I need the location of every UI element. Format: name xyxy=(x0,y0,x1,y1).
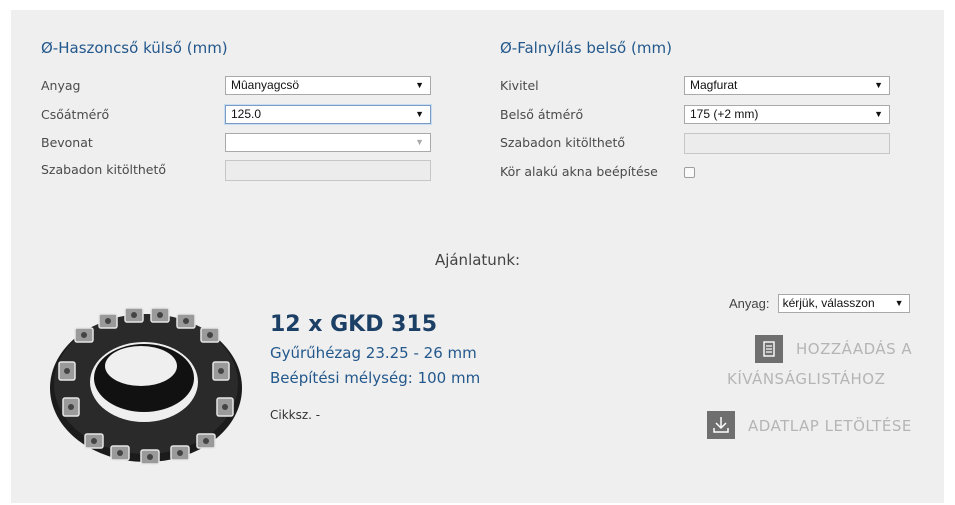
chevron-down-icon: ▼ xyxy=(874,80,883,90)
design-select[interactable]: Magfurat ▼ xyxy=(684,76,890,95)
product-material-select-value: kérjük, válasszon xyxy=(782,296,875,310)
coating-label: Bevonat xyxy=(41,135,93,150)
material-label: Anyag xyxy=(41,78,81,93)
diameter-label: Csőátmérő xyxy=(41,107,110,122)
chevron-down-icon: ▼ xyxy=(894,298,904,308)
wishlist-label-line2: KÍVÁNSÁGLISTÁHOZ xyxy=(727,370,886,388)
coating-row: Bevonat ▼ xyxy=(41,133,441,155)
design-select-value: Magfurat xyxy=(690,78,738,92)
product-material-label: Anyag: xyxy=(729,296,770,311)
ring-seal-illustration xyxy=(50,307,242,465)
round-shaft-checkbox[interactable] xyxy=(684,167,695,178)
free-text-row-left: Szabadon kitölthető xyxy=(41,160,441,182)
chevron-down-icon: ▼ xyxy=(415,80,424,90)
product-sku: Cikksz. - xyxy=(270,408,321,422)
product-depth: Beépítési mélység: 100 mm xyxy=(270,369,481,387)
configurator-panel: Ø-Haszoncső külső (mm) Anyag Mûanyagcsö … xyxy=(11,10,944,503)
inner-diameter-select-value: 175 (+2 mm) xyxy=(690,107,759,121)
wishlist-label-line1: HOZZÁADÁS A xyxy=(796,340,913,358)
wall-opening-title: Ø-Falnyílás belső (mm) xyxy=(500,39,672,57)
free-text-row-right: Szabadon kitölthető xyxy=(500,133,900,155)
list-icon xyxy=(755,335,783,363)
round-shaft-row: Kör alakú akna beépítése xyxy=(500,162,900,184)
chevron-down-icon: ▼ xyxy=(415,137,424,147)
add-to-wishlist-button[interactable]: HOZZÁADÁS A KÍVÁNSÁGLISTÁHOZ xyxy=(727,332,938,396)
product-material-select[interactable]: kérjük, válasszon ▼ xyxy=(777,294,910,313)
design-row: Kivitel Magfurat ▼ xyxy=(500,76,900,98)
chevron-down-icon: ▼ xyxy=(415,109,424,119)
product-material-row: Anyag: kérjük, válasszon ▼ xyxy=(729,293,910,313)
download-icon xyxy=(707,411,735,439)
material-select[interactable]: Mûanyagcsö ▼ xyxy=(225,76,431,95)
coating-select[interactable]: ▼ xyxy=(225,133,431,152)
download-datasheet-label: ADATLAP LETÖLTÉSE xyxy=(748,417,912,435)
inner-diameter-label: Belső átmérő xyxy=(500,107,584,122)
diameter-row: Csőátmérő 125.0 ▼ xyxy=(41,105,441,127)
free-text-label-right: Szabadon kitölthető xyxy=(500,135,626,150)
round-shaft-label: Kör alakú akna beépítése xyxy=(500,164,658,179)
free-text-label-left: Szabadon kitölthető xyxy=(41,162,167,177)
pipe-outer-title: Ø-Haszoncső külső (mm) xyxy=(41,39,228,57)
inner-diameter-row: Belső átmérő 175 (+2 mm) ▼ xyxy=(500,105,900,127)
material-row: Anyag Mûanyagcsö ▼ xyxy=(41,76,441,98)
product-title: 12 x GKD 315 xyxy=(270,312,438,337)
product-gap: Gyűrűhézag 23.25 - 26 mm xyxy=(270,344,477,362)
free-text-input-left[interactable] xyxy=(225,160,431,181)
download-datasheet-button[interactable]: ADATLAP LETÖLTÉSE xyxy=(707,411,927,443)
material-select-value: Mûanyagcsö xyxy=(231,78,300,92)
inner-diameter-select[interactable]: 175 (+2 mm) ▼ xyxy=(684,105,890,124)
design-label: Kivitel xyxy=(500,78,539,93)
product-image xyxy=(50,307,242,465)
recommendation-heading: Ajánlatunk: xyxy=(434,251,521,269)
chevron-down-icon: ▼ xyxy=(874,109,883,119)
diameter-select[interactable]: 125.0 ▼ xyxy=(225,105,431,124)
diameter-select-value: 125.0 xyxy=(231,107,262,121)
free-text-input-right[interactable] xyxy=(684,133,890,154)
